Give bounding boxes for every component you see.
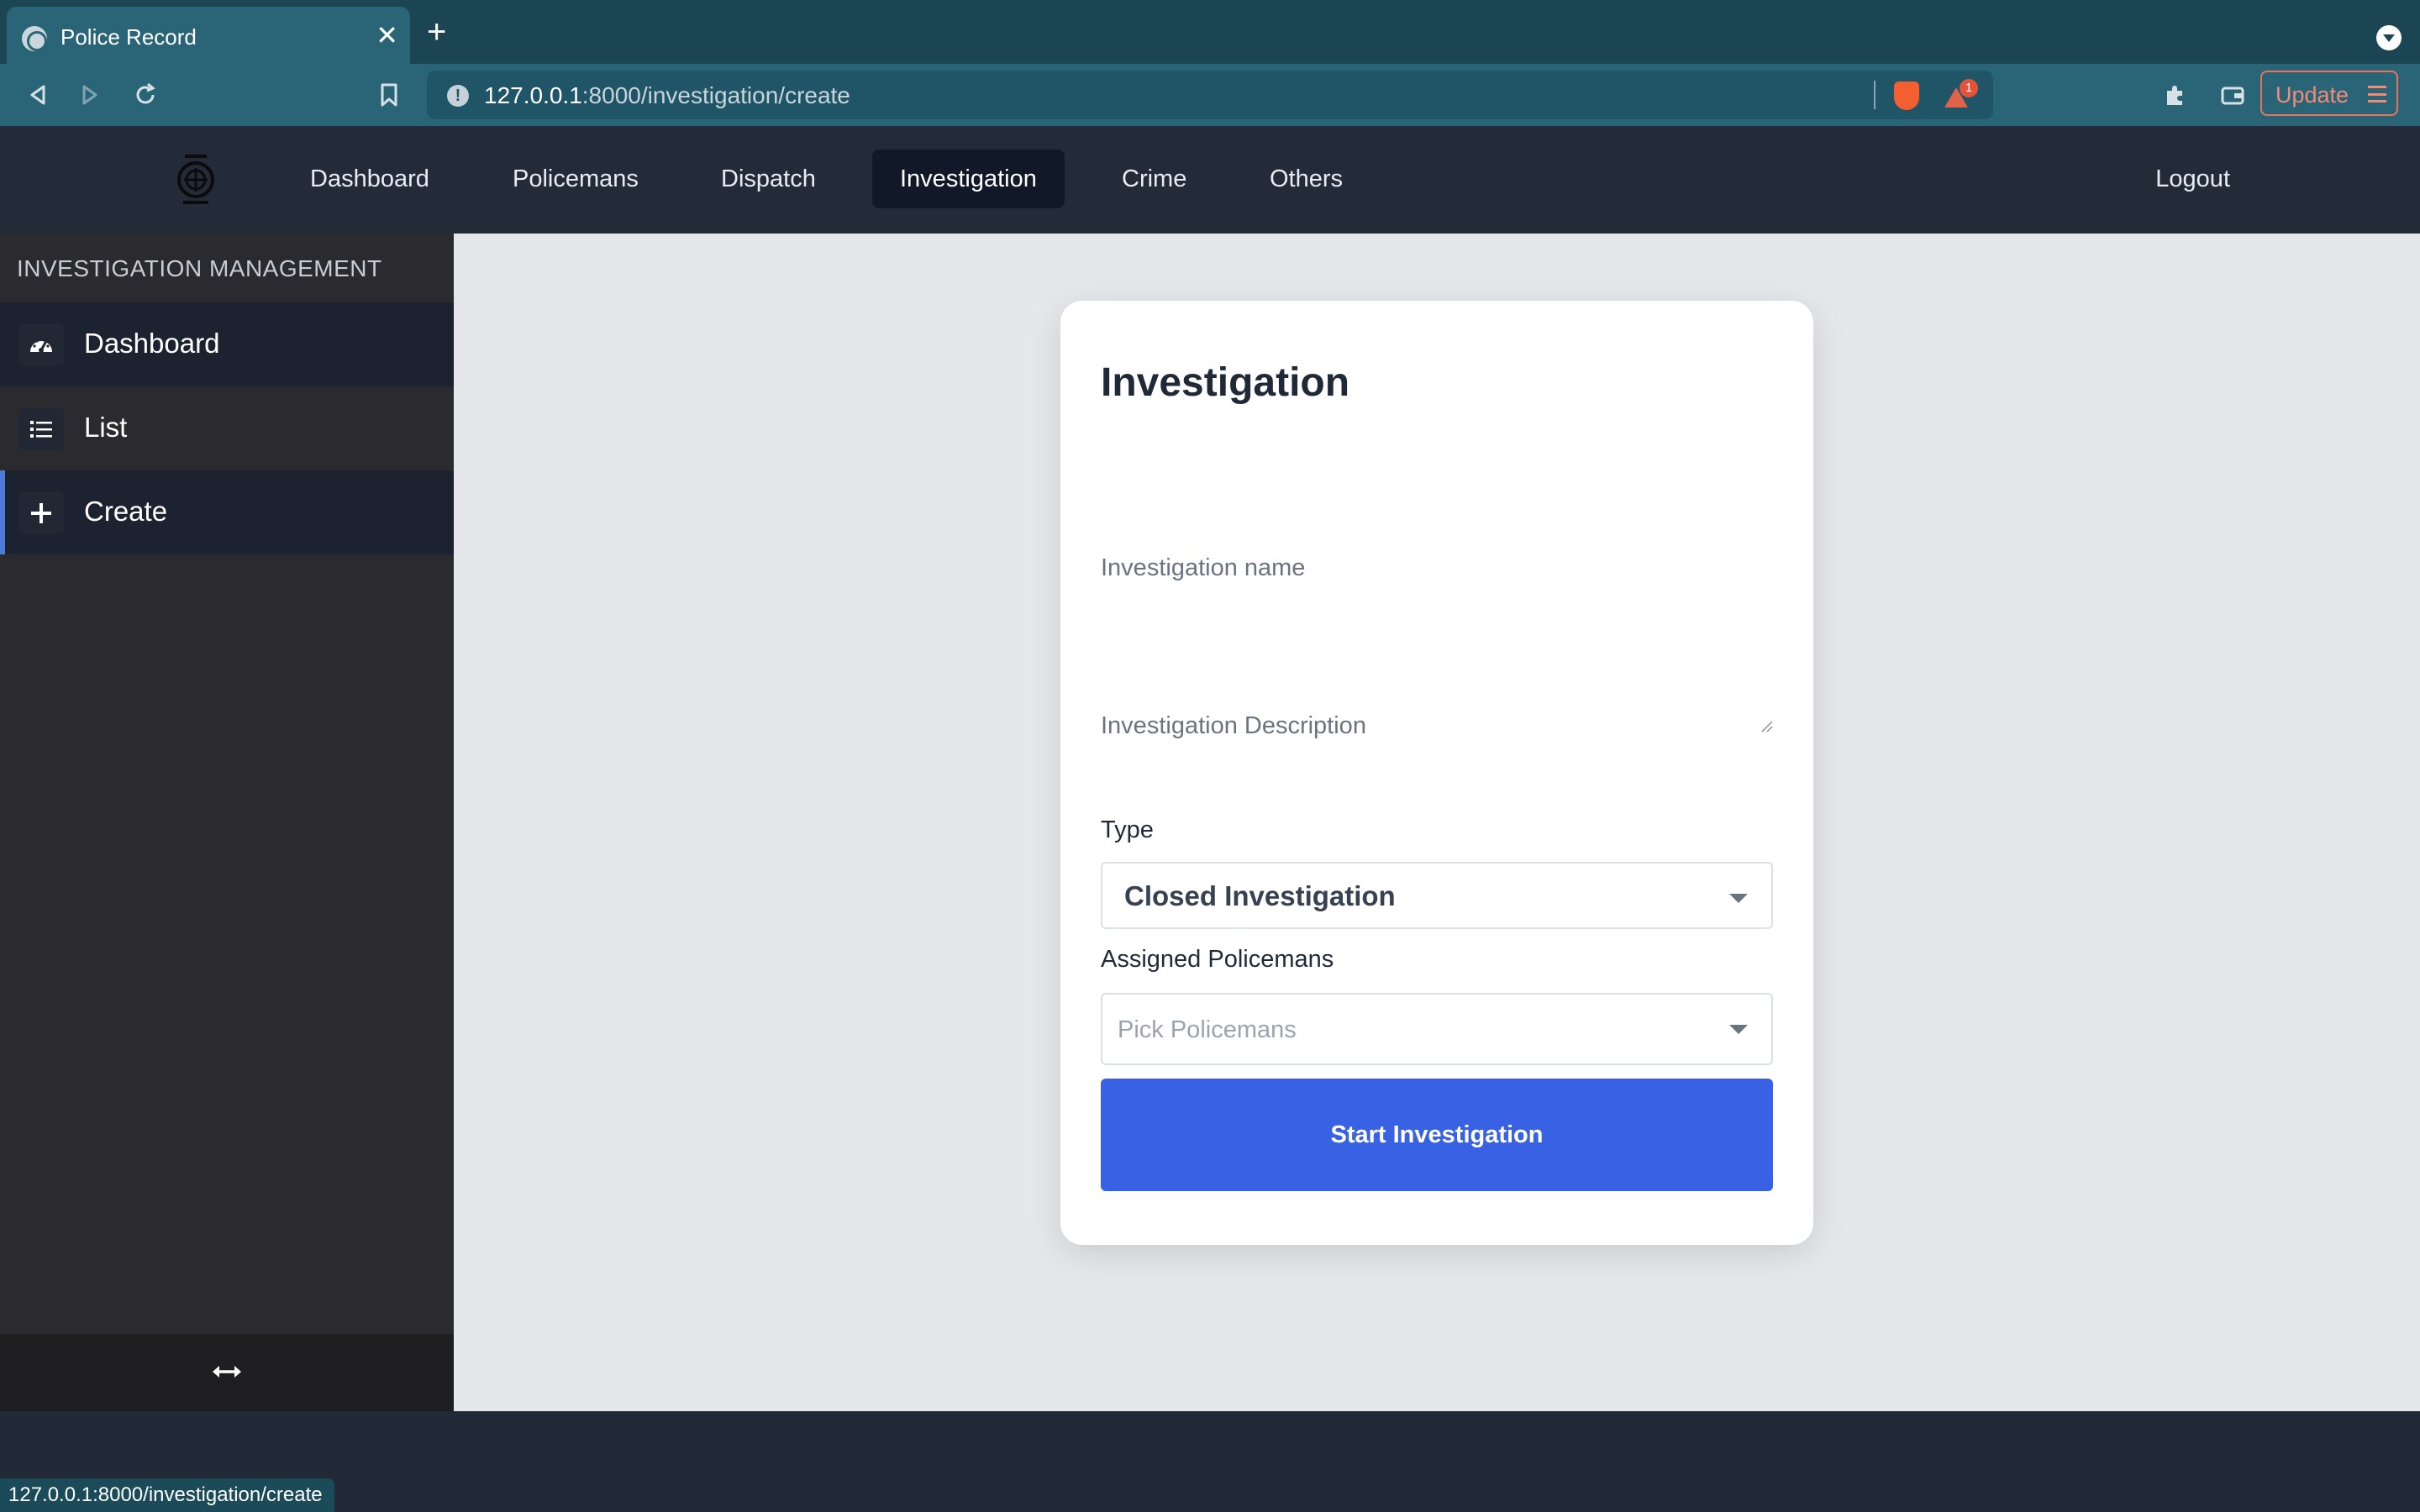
- collapse-sidebar-icon[interactable]: [210, 1359, 244, 1384]
- investigation-name-label: Investigation name: [1101, 554, 1306, 581]
- nav-investigation[interactable]: Investigation: [872, 150, 1065, 208]
- new-tab-icon[interactable]: +: [427, 15, 446, 49]
- tab-list-dropdown-icon[interactable]: [2376, 25, 2402, 50]
- chevron-down-icon: [1729, 1025, 1748, 1034]
- browser-tab-strip: Police Record ✕ +: [0, 0, 2420, 64]
- sidebar-item-dashboard[interactable]: Dashboard: [0, 302, 454, 386]
- nav-dispatch[interactable]: Dispatch: [693, 150, 844, 208]
- nav-policemans[interactable]: Policemans: [485, 150, 666, 208]
- bookmark-icon[interactable]: [375, 81, 403, 109]
- tab-title: Police Record: [60, 24, 197, 50]
- reload-icon[interactable]: [131, 81, 160, 109]
- brave-shields-icon[interactable]: [1894, 81, 1919, 110]
- browser-toolbar: ! 127.0.0.1:8000/investigation/create 1 …: [0, 64, 2420, 126]
- chevron-down-icon: [1729, 894, 1748, 903]
- form-title: Investigation: [1101, 360, 1350, 405]
- globe-icon: [22, 26, 47, 51]
- site-info-icon[interactable]: !: [447, 85, 469, 107]
- sidebar-item-label: Create: [84, 496, 168, 527]
- type-selected-value: Closed Investigation: [1124, 880, 1396, 911]
- rewards-badge: 1: [1960, 79, 1978, 97]
- investigation-name-input[interactable]: [1101, 596, 1773, 647]
- browser-tab[interactable]: Police Record ✕: [7, 7, 410, 64]
- sidebar-heading: INVESTIGATION MANAGEMENT: [17, 255, 382, 281]
- type-label: Type: [1101, 816, 1154, 843]
- url-divider: [1874, 81, 1876, 109]
- gauge-icon: [18, 324, 64, 366]
- police-badge-logo[interactable]: [173, 153, 218, 207]
- brave-rewards-icon[interactable]: 1: [1943, 79, 1978, 111]
- investigation-form-card: Investigation Investigation name Investi…: [1060, 301, 1813, 1245]
- assigned-policemans-select[interactable]: Pick Policemans: [1101, 993, 1773, 1065]
- sidebar-footer: [0, 1334, 454, 1411]
- update-button[interactable]: Update: [2260, 71, 2398, 116]
- address-bar[interactable]: ! 127.0.0.1:8000/investigation/create 1: [427, 71, 1993, 119]
- sidebar-item-label: List: [84, 412, 128, 443]
- status-bar-url: 127.0.0.1:8000/investigation/create: [0, 1478, 334, 1512]
- plus-icon: [18, 492, 64, 534]
- forward-icon[interactable]: [76, 81, 104, 109]
- url-text: 127.0.0.1:8000/investigation/create: [484, 82, 850, 108]
- sidebar-item-label: Dashboard: [84, 328, 220, 359]
- logout-link[interactable]: Logout: [2155, 150, 2230, 208]
- page-footer-area: [0, 1411, 2420, 1512]
- close-tab-icon[interactable]: ✕: [376, 22, 398, 49]
- policemans-placeholder: Pick Policemans: [1118, 1016, 1297, 1043]
- update-label: Update: [2275, 82, 2349, 108]
- nav-others[interactable]: Others: [1242, 150, 1370, 208]
- main-content: Investigation Investigation name Investi…: [454, 234, 2420, 1411]
- assigned-policemans-label: Assigned Policemans: [1101, 946, 1334, 973]
- sidebar: INVESTIGATION MANAGEMENT Dashboard List …: [0, 234, 454, 1411]
- textarea-resize-handle[interactable]: [1760, 719, 1773, 732]
- start-investigation-button[interactable]: Start Investigation: [1101, 1079, 1773, 1191]
- nav-dashboard[interactable]: Dashboard: [282, 150, 457, 208]
- list-icon: [18, 408, 64, 450]
- type-select[interactable]: Closed Investigation: [1101, 862, 1773, 929]
- sidebar-item-create[interactable]: Create: [0, 470, 454, 554]
- sidebar-item-list[interactable]: List: [0, 386, 454, 470]
- extensions-icon[interactable]: [2161, 81, 2190, 109]
- menu-icon: [2368, 86, 2386, 102]
- wallet-icon[interactable]: [2218, 81, 2247, 109]
- app-navbar: Dashboard Policemans Dispatch Investigat…: [0, 126, 2420, 234]
- back-icon[interactable]: [24, 81, 52, 109]
- investigation-description-label: Investigation Description: [1101, 712, 1366, 739]
- nav-crime[interactable]: Crime: [1094, 150, 1214, 208]
